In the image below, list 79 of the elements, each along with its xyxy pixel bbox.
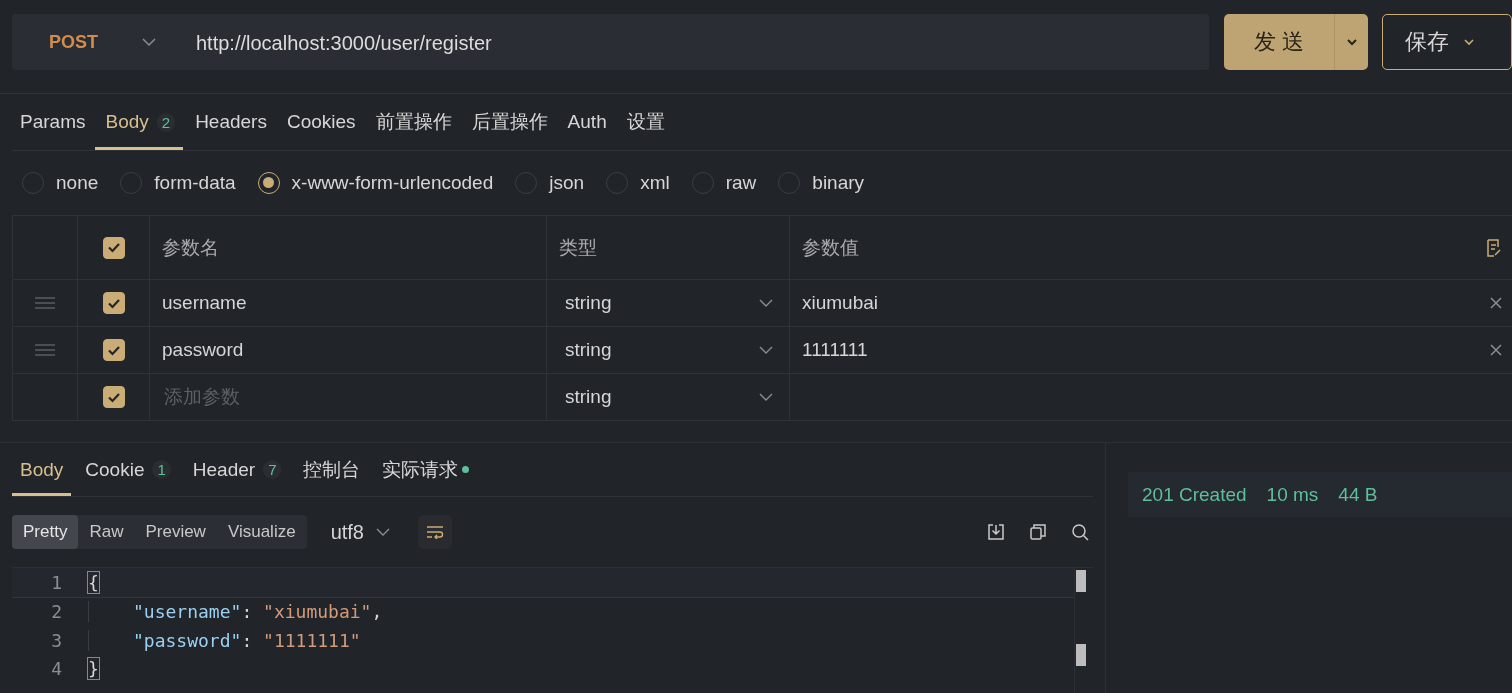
chevron-down-icon <box>1463 38 1475 46</box>
count-badge: 1 <box>152 460 171 479</box>
param-value: 1111111 <box>802 339 868 361</box>
body-type-radio[interactable]: form-data <box>120 172 236 194</box>
code-line: } <box>88 658 99 680</box>
response-tab[interactable]: 实际请求 <box>374 443 478 496</box>
close-icon[interactable] <box>1490 297 1502 309</box>
request-tab[interactable]: 前置操作 <box>375 94 460 150</box>
column-header: 参数值 <box>802 235 859 260</box>
response-tab[interactable]: Cookie 1 <box>77 443 179 496</box>
chevron-down-icon <box>1345 38 1358 46</box>
line-number: 1 <box>50 571 63 593</box>
request-tab[interactable]: Headers <box>195 94 275 150</box>
view-mode-tab[interactable]: Raw <box>78 515 135 549</box>
method-dropdown[interactable]: POST <box>12 14 194 70</box>
line-number: 2 <box>50 601 63 623</box>
download-icon[interactable] <box>987 523 1005 541</box>
save-button[interactable]: 保存 <box>1382 14 1512 70</box>
type-dropdown[interactable]: string <box>547 280 790 327</box>
search-icon[interactable] <box>1071 523 1089 541</box>
url-input[interactable]: http://localhost:3000/user/register <box>194 14 1209 72</box>
chevron-down-icon <box>759 392 773 402</box>
bulk-edit-icon[interactable] <box>1486 238 1502 257</box>
send-button[interactable]: 发 送 <box>1223 14 1335 70</box>
body-type-radio[interactable]: binary <box>778 172 865 194</box>
response-time: 10 ms <box>1266 483 1319 506</box>
checkbox[interactable] <box>102 386 125 408</box>
line-number: 3 <box>50 629 63 651</box>
checkmark-icon <box>106 391 121 403</box>
response-tab[interactable]: 控制台 <box>295 443 369 496</box>
param-name-input[interactable]: 添加参数 <box>162 385 546 409</box>
type-dropdown[interactable]: string <box>547 327 790 374</box>
drag-handle-icon[interactable] <box>35 297 55 309</box>
line-number: 4 <box>50 658 63 680</box>
param-value: xiumubai <box>802 292 879 314</box>
checkbox[interactable] <box>102 339 125 361</box>
code-line: "password": "1111111" <box>88 629 361 651</box>
checkbox[interactable] <box>102 292 125 314</box>
code-line: { <box>88 571 99 593</box>
request-tab[interactable]: 设置 <box>626 94 673 150</box>
type-dropdown[interactable]: string <box>547 374 790 421</box>
checkmark-icon <box>106 297 121 309</box>
checkmark-icon <box>106 242 121 253</box>
chevron-down-icon <box>376 527 390 537</box>
request-tab[interactable]: Cookies <box>286 94 364 150</box>
word-wrap-button[interactable] <box>418 515 452 549</box>
body-type-radio[interactable]: json <box>515 172 585 194</box>
checkmark-icon <box>106 344 121 356</box>
request-tab[interactable]: Body 2 <box>95 94 184 150</box>
count-badge: 2 <box>156 112 176 132</box>
drag-handle-icon[interactable] <box>35 344 55 356</box>
body-type-radio[interactable]: x-www-form-urlencoded <box>257 172 494 194</box>
view-mode-tab[interactable]: Pretty <box>12 515 79 549</box>
wrap-lines-icon <box>426 525 444 539</box>
body-type-radio[interactable]: raw <box>691 172 757 194</box>
count-badge: 7 <box>263 460 282 479</box>
chevron-down-icon <box>759 298 773 308</box>
status-code: 201 Created <box>1142 483 1247 506</box>
param-name: username <box>162 292 247 314</box>
column-header: 类型 <box>559 235 597 260</box>
response-tab[interactable]: Body <box>12 443 72 496</box>
copy-icon[interactable] <box>1029 523 1047 541</box>
response-tab[interactable]: Header 7 <box>184 443 290 496</box>
request-tab[interactable]: 后置操作 <box>471 94 556 150</box>
checkbox[interactable] <box>102 236 125 259</box>
body-type-radio[interactable]: none <box>22 172 99 194</box>
code-line: "username": "xiumubai", <box>88 601 394 623</box>
column-header: 参数名 <box>162 235 219 260</box>
response-size: 44 B <box>1338 483 1378 506</box>
param-name: password <box>162 339 244 361</box>
view-mode-tab[interactable]: Visualize <box>216 515 307 549</box>
request-tab[interactable]: Auth <box>567 94 615 150</box>
view-mode-tab[interactable]: Preview <box>134 515 217 549</box>
close-icon[interactable] <box>1490 344 1502 356</box>
chevron-down-icon <box>142 37 156 47</box>
request-tab[interactable]: Params <box>20 94 94 150</box>
body-type-radio[interactable]: xml <box>606 172 670 194</box>
chevron-down-icon <box>759 345 773 355</box>
encoding-dropdown[interactable]: utf8 <box>330 520 390 544</box>
